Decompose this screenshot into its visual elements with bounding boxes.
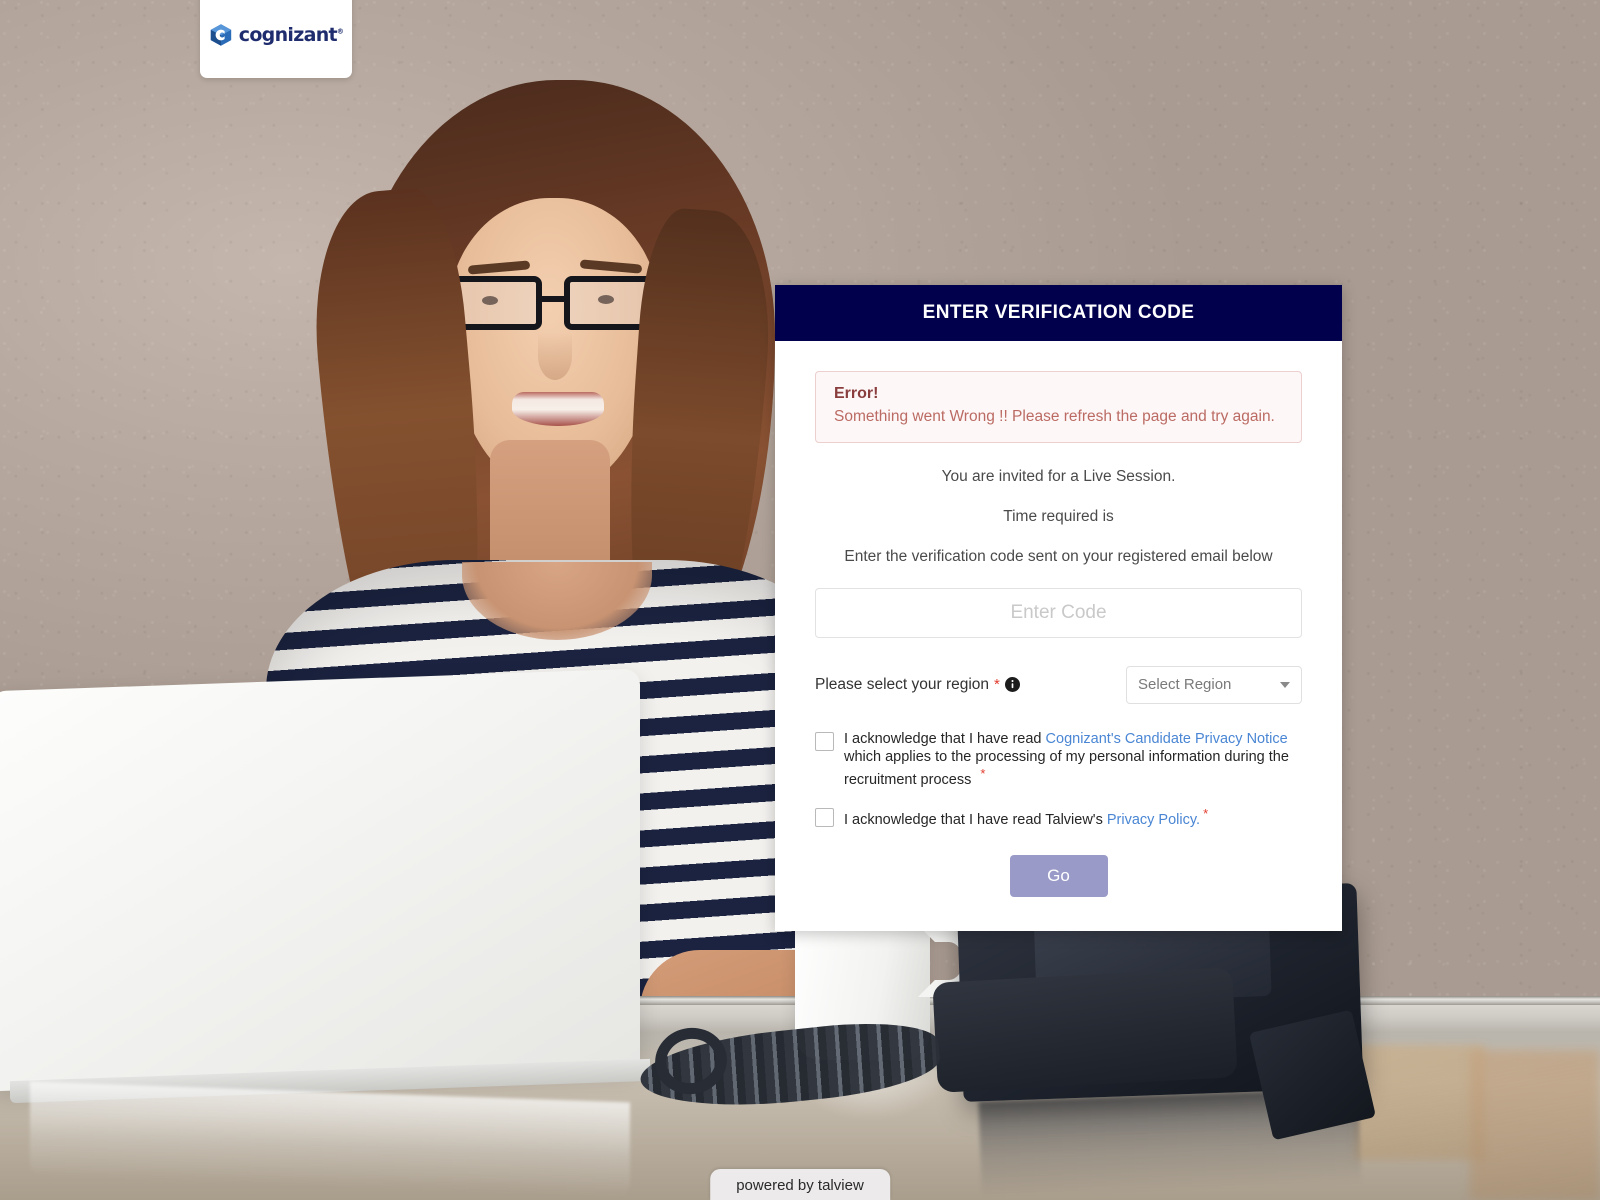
card-body: Error! Something went Wrong !! Please re… — [775, 341, 1342, 931]
go-button[interactable]: Go — [1009, 854, 1108, 897]
phone-handset — [932, 967, 1238, 1093]
card-header-title: ENTER VERIFICATION CODE — [775, 285, 1342, 341]
powered-by-badge: powered by talview — [710, 1169, 890, 1200]
consent-required-marker-cognizant: * — [980, 766, 986, 782]
cognizant-privacy-notice-link[interactable]: Cognizant's Candidate Privacy Notice — [1046, 731, 1288, 747]
region-row: Please select your region * Select Regio… — [815, 665, 1302, 704]
cognizant-hexagon-icon — [210, 24, 231, 46]
floor-reflection-a — [1355, 1045, 1485, 1160]
consent-row-cognizant[interactable]: I acknowledge that I have read Cognizant… — [815, 730, 1302, 790]
submit-row: Go — [815, 854, 1302, 897]
region-select[interactable]: Select Region — [1126, 665, 1302, 704]
invite-line: You are invited for a Live Session. — [941, 467, 1176, 485]
nose — [538, 332, 572, 380]
brand-logo-card: cognizant® — [200, 0, 352, 78]
consent-checkbox-talview[interactable] — [815, 807, 834, 827]
consent-checkbox-cognizant[interactable] — [815, 731, 834, 751]
brand-logo-text: cognizant® — [238, 24, 344, 46]
consent-row-talview[interactable]: I acknowledge that I have read Talview's… — [815, 806, 1302, 829]
chevron-down-icon — [1280, 681, 1290, 688]
eyeglasses — [446, 272, 675, 334]
info-circle-icon[interactable] — [1004, 677, 1020, 693]
consent-suffix-cognizant: which applies to the processing of my pe… — [844, 749, 1289, 789]
region-label: Please select your region * — [815, 676, 1020, 694]
consent-prefix-cognizant: I acknowledge that I have read — [844, 730, 1046, 747]
consent-required-marker-talview: * — [1203, 805, 1209, 821]
mouth — [512, 392, 604, 426]
consent-prefix-talview: I acknowledge that I have read Talview's — [844, 811, 1107, 828]
consent-text-cognizant: I acknowledge that I have read Cognizant… — [844, 730, 1302, 790]
glasses-bridge — [542, 296, 568, 302]
consent-text-talview: I acknowledge that I have read Talview's… — [844, 806, 1208, 829]
verification-card: ENTER VERIFICATION CODE Error! Something… — [775, 285, 1342, 931]
region-label-text: Please select your region — [815, 675, 990, 693]
region-required-marker: * — [994, 676, 1000, 694]
laptop — [0, 668, 640, 1092]
region-select-value: Select Region — [1138, 676, 1232, 694]
error-message: Something went Wrong !! Please refresh t… — [834, 408, 1275, 425]
time-required-line: Time required is — [1003, 507, 1114, 525]
brand-trademark: ® — [336, 27, 344, 36]
floor-reflection-b — [1470, 1050, 1600, 1200]
error-title: Error! — [834, 385, 879, 402]
instruction-line: Enter the verification code sent on your… — [844, 547, 1273, 565]
error-alert: Error! Something went Wrong !! Please re… — [815, 371, 1302, 443]
verification-code-input[interactable] — [815, 587, 1302, 638]
brand-logo-wordmark: cognizant — [238, 24, 338, 46]
talview-privacy-policy-link[interactable]: Privacy Policy. — [1107, 811, 1200, 827]
